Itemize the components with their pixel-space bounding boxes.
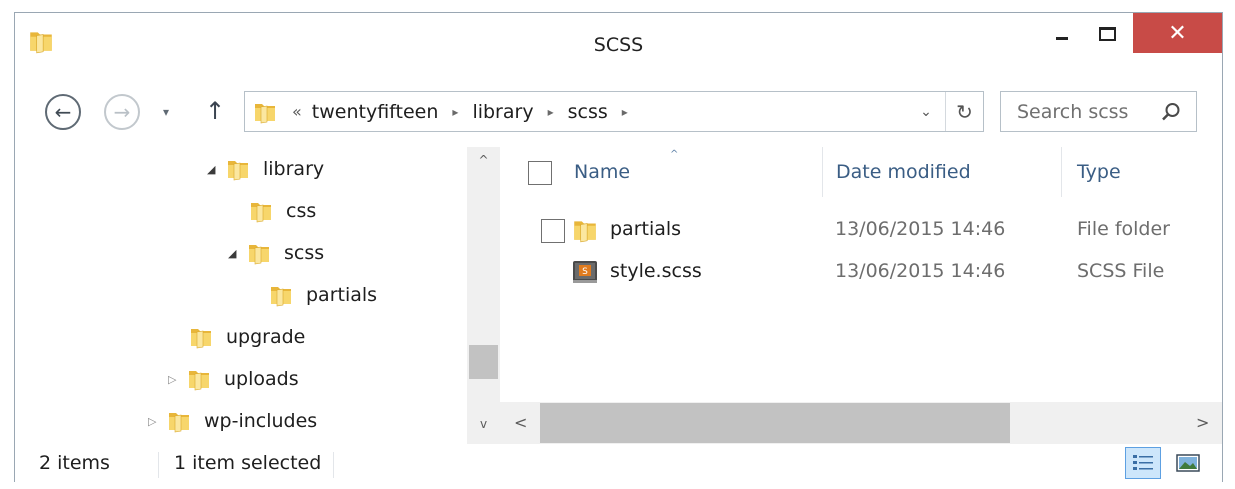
- collapsed-arrow-icon[interactable]: ▷: [168, 373, 186, 386]
- tree-item-upgrade[interactable]: upgrade: [188, 319, 305, 355]
- column-header-type[interactable]: Type: [1077, 147, 1217, 197]
- select-all-checkbox[interactable]: [528, 161, 552, 185]
- refresh-button[interactable]: ↻: [945, 92, 983, 131]
- recent-locations-button[interactable]: ▾: [163, 105, 169, 119]
- refresh-icon: ↻: [956, 99, 973, 124]
- tree-item-uploads[interactable]: ▷ uploads: [168, 361, 299, 397]
- folder-icon: [248, 198, 274, 224]
- forward-button[interactable]: →: [104, 94, 140, 130]
- expanded-arrow-icon[interactable]: ◢: [207, 163, 225, 176]
- file-name[interactable]: style.scss: [610, 260, 702, 282]
- large-icons-view-icon: [1176, 454, 1200, 472]
- tree-item-label: partials: [306, 284, 378, 306]
- tree-item-label: upgrade: [226, 326, 306, 348]
- search-input[interactable]: Search scss: [1017, 101, 1160, 123]
- chevron-down-icon: ⌄: [920, 103, 932, 120]
- file-date-modified: 13/06/2015 14:46: [835, 218, 1006, 240]
- close-button[interactable]: ✕: [1133, 13, 1222, 53]
- tree-item-scss[interactable]: ◢ scss: [228, 235, 324, 271]
- scss-file-icon: S: [573, 261, 597, 283]
- breadcrumb-separator-icon[interactable]: ▸: [452, 105, 458, 119]
- scroll-right-button[interactable]: >: [1196, 413, 1209, 432]
- folder-icon: [246, 240, 272, 266]
- up-button[interactable]: ↑: [205, 97, 225, 125]
- folder-icon: [268, 282, 294, 308]
- column-divider[interactable]: [822, 147, 823, 197]
- navigation-pane: ◢ library css ◢ scss partials upgrade ▷ …: [15, 147, 467, 444]
- maximize-icon: [1098, 27, 1116, 41]
- scroll-down-button[interactable]: v: [467, 417, 500, 431]
- back-arrow-icon: ←: [54, 100, 72, 124]
- breadcrumb-twentyfifteen[interactable]: twentyfifteen: [312, 101, 439, 123]
- selection-count: 1 item selected: [174, 452, 322, 474]
- tree-item-wp-includes[interactable]: ▷ wp-includes: [148, 403, 317, 439]
- sort-ascending-icon: ^: [670, 149, 679, 160]
- file-row[interactable]: S style.scss 13/06/2015 14:46 SCSS File: [540, 253, 1220, 291]
- column-header-label: Name: [574, 161, 631, 183]
- breadcrumb-scss[interactable]: scss: [568, 101, 608, 123]
- tree-item-partials[interactable]: partials: [268, 277, 377, 313]
- folder-icon: [225, 156, 251, 182]
- details-view-icon: [1133, 455, 1153, 470]
- folder-icon: [188, 324, 214, 350]
- scroll-up-button[interactable]: ^: [467, 153, 500, 167]
- file-row[interactable]: partials 13/06/2015 14:46 File folder: [540, 211, 1220, 249]
- tree-item-label: css: [286, 200, 317, 222]
- file-type: File folder: [1077, 218, 1170, 240]
- tree-item-css[interactable]: css: [248, 193, 316, 229]
- file-list: Name ^ Date modified Type partials 13/06…: [500, 147, 1222, 402]
- row-checkbox[interactable]: [541, 219, 565, 243]
- tree-item-library[interactable]: ◢ library: [207, 151, 324, 187]
- tree-item-label: uploads: [224, 368, 299, 390]
- minimize-button[interactable]: [1040, 13, 1084, 55]
- status-bar: 2 items 1 item selected: [15, 444, 1222, 482]
- breadcrumb-separator-icon[interactable]: ▸: [548, 105, 554, 119]
- item-count: 2 items: [39, 452, 110, 474]
- column-header-label: Date modified: [836, 161, 971, 183]
- file-type: SCSS File: [1077, 260, 1165, 282]
- title-bar: SCSS ✕: [15, 13, 1222, 75]
- navigation-pane-scrollbar[interactable]: ^ v: [467, 147, 500, 444]
- breadcrumb-separator-icon[interactable]: ▸: [622, 105, 628, 119]
- minimize-icon: [1056, 36, 1068, 40]
- folder-icon: [166, 408, 192, 434]
- tree-item-label: scss: [284, 242, 325, 264]
- column-header-name[interactable]: Name: [574, 147, 814, 197]
- expanded-arrow-icon[interactable]: ◢: [228, 247, 246, 260]
- scroll-thumb[interactable]: [469, 345, 498, 379]
- maximize-button[interactable]: [1084, 13, 1130, 55]
- column-header-label: Type: [1077, 161, 1121, 183]
- search-icon[interactable]: [1160, 101, 1182, 123]
- collapsed-arrow-icon[interactable]: ▷: [148, 415, 166, 428]
- folder-icon: [252, 99, 278, 125]
- address-dropdown-button[interactable]: ⌄: [907, 92, 945, 131]
- status-divider: [333, 452, 334, 478]
- file-name[interactable]: partials: [610, 218, 681, 240]
- back-button[interactable]: ←: [45, 94, 81, 130]
- large-icons-view-button[interactable]: [1170, 447, 1206, 479]
- tree-item-label: wp-includes: [204, 410, 318, 432]
- details-view-button[interactable]: [1125, 447, 1161, 479]
- forward-arrow-icon: →: [113, 100, 131, 124]
- scroll-thumb[interactable]: [540, 403, 1010, 443]
- svg-text:S: S: [582, 267, 588, 277]
- search-box[interactable]: Search scss: [1000, 91, 1197, 132]
- file-list-horizontal-scrollbar[interactable]: < >: [500, 402, 1222, 444]
- folder-icon: [186, 366, 212, 392]
- file-date-modified: 13/06/2015 14:46: [835, 260, 1006, 282]
- column-divider[interactable]: [1061, 147, 1062, 197]
- address-bar[interactable]: « twentyfifteen ▸ library ▸ scss ▸ ⌄ ↻: [244, 91, 984, 132]
- up-arrow-icon: ↑: [205, 97, 226, 125]
- explorer-window: SCSS ✕ ← → ▾ ↑ « twentyfifteen ▸ library…: [14, 12, 1223, 482]
- column-header-date-modified[interactable]: Date modified: [836, 147, 1056, 197]
- hidden-path-chevron[interactable]: «: [292, 102, 302, 121]
- tree-item-label: library: [263, 158, 325, 180]
- scroll-left-button[interactable]: <: [514, 413, 527, 432]
- folder-icon: [571, 216, 599, 244]
- breadcrumb-library[interactable]: library: [472, 101, 533, 123]
- navigation-bar: ← → ▾ ↑ « twentyfifteen ▸ library ▸ scss…: [15, 75, 1222, 147]
- close-icon: ✕: [1168, 20, 1187, 46]
- status-divider: [158, 452, 159, 478]
- chevron-down-icon: ▾: [163, 105, 170, 119]
